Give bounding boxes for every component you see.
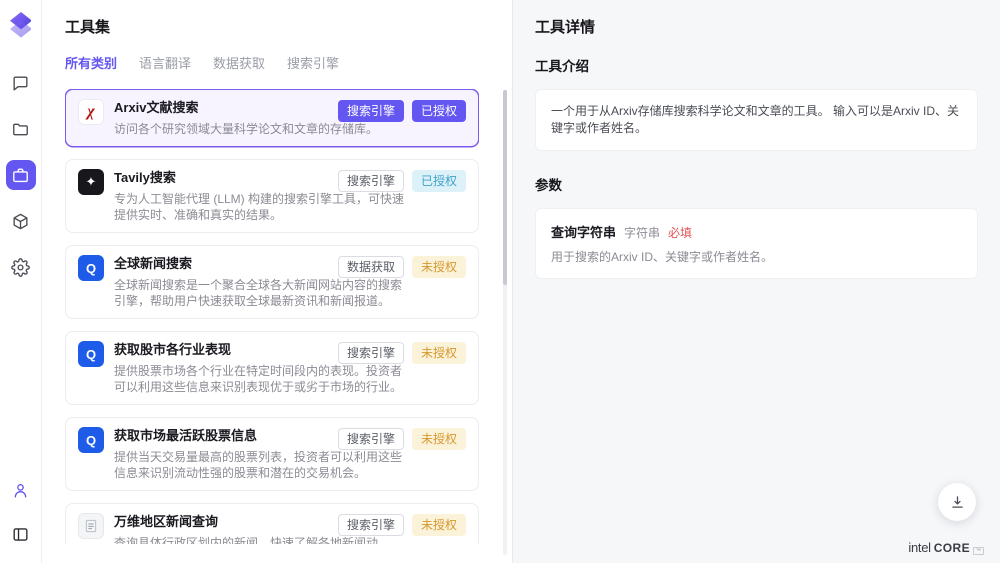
auth-status-badge: 未授权 [412,514,466,536]
core-trademark: ™ [973,547,984,555]
nav-tools-button[interactable] [6,160,36,190]
tool-card-regional-news[interactable]: 万维地区新闻查询 查询具体行政区划内的新闻，快速了解各地新闻动 搜索引擎 未授权 [65,503,479,544]
nav-plugins-button[interactable] [6,206,36,236]
sidebar-nav [6,68,36,282]
tab-all-categories[interactable]: 所有类别 [65,55,117,73]
tool-card-description: 专为人工智能代理 (LLM) 构建的搜索引擎工具，可快速提供实时、准确和真实的结… [114,191,406,223]
category-badge: 搜索引擎 [338,100,404,122]
nav-settings-button[interactable] [6,252,36,282]
category-badge: 搜索引擎 [338,514,404,536]
app-window: 工具集 所有类别 语言翻译 数据获取 搜索引擎 χ Arxiv文献搜索 访问各个… [0,0,1000,563]
category-badge: 搜索引擎 [338,170,404,192]
auth-status-badge: 未授权 [412,256,466,278]
tool-detail-panel: 工具详情 工具介绍 一个用于从Arxiv存储库搜索科学论文和文章的工具。 输入可… [512,0,1000,563]
app-logo-icon [10,12,32,38]
tool-card-tags: 搜索引擎 已授权 [338,100,466,122]
tool-card-list: χ Arxiv文献搜索 访问各个研究领域大量科学论文和文章的存储库。 搜索引擎 … [65,89,479,544]
panel-layout-icon [11,525,30,544]
nav-files-button[interactable] [6,114,36,144]
tab-search-engine[interactable]: 搜索引擎 [287,55,339,73]
tool-card-tags: 搜索引擎 未授权 [338,514,466,536]
category-tabs: 所有类别 语言翻译 数据获取 搜索引擎 [65,55,512,73]
package-icon [11,212,30,231]
param-type: 字符串 [624,224,660,241]
tool-card-tags: 搜索引擎 已授权 [338,170,466,192]
nav-collapse-button[interactable] [6,519,36,549]
tool-card-description: 查询具体行政区划内的新闻，快速了解各地新闻动 [114,535,378,544]
finance-provider-logo-icon: Q [78,427,104,453]
param-card: 查询字符串 字符串 必填 用于搜索的Arxiv ID、关键字或作者姓名。 [535,208,978,279]
tool-card-tags: 搜索引擎 未授权 [338,428,466,450]
param-header: 查询字符串 字符串 必填 [551,222,962,241]
tool-list-panel: 工具集 所有类别 语言翻译 数据获取 搜索引擎 χ Arxiv文献搜索 访问各个… [42,0,512,563]
nav-chat-button[interactable] [6,68,36,98]
auth-status-badge: 未授权 [412,428,466,450]
tool-card-active-stocks[interactable]: Q 获取市场最活跃股票信息 提供当天交易量最高的股票列表，投资者可以利用这些信息… [65,417,479,491]
list-scrollbar-thumb[interactable] [503,90,507,285]
tavily-logo-icon: ✦ [78,169,104,195]
nav-user-button[interactable] [6,475,36,505]
download-icon [949,494,966,511]
param-name: 查询字符串 [551,222,616,241]
category-badge: 搜索引擎 [338,428,404,450]
auth-status-badge: 已授权 [412,170,466,192]
tool-card-arxiv[interactable]: χ Arxiv文献搜索 访问各个研究领域大量科学论文和文章的存储库。 搜索引擎 … [65,89,479,147]
list-scrollbar [503,90,507,555]
briefcase-icon [11,166,30,185]
tool-card-tavily[interactable]: ✦ Tavily搜索 专为人工智能代理 (LLM) 构建的搜索引擎工具，可快速提… [65,159,479,233]
tool-card-description: 全球新闻搜索是一个聚合全球各大新闻网站内容的搜索引擎，帮助用户快速获取全球最新资… [114,277,406,309]
tab-data-fetch[interactable]: 数据获取 [213,55,265,73]
news-provider-logo-icon: Q [78,255,104,281]
intro-card: 一个用于从Arxiv存储库搜索科学论文和文章的工具。 输入可以是Arxiv ID… [535,89,978,151]
category-badge: 搜索引擎 [338,342,404,364]
folder-icon [11,120,30,139]
intro-text: 一个用于从Arxiv存储库搜索科学论文和文章的工具。 输入可以是Arxiv ID… [551,103,962,137]
sidebar-rail [0,0,42,563]
tool-card-tags: 数据获取 未授权 [338,256,466,278]
auth-status-badge: 未授权 [412,342,466,364]
document-icon [78,513,104,539]
intel-wordmark: intel [908,540,930,555]
tool-card-global-news[interactable]: Q 全球新闻搜索 全球新闻搜索是一个聚合全球各大新闻网站内容的搜索引擎，帮助用户… [65,245,479,319]
chat-icon [11,74,30,93]
core-wordmark: CORE [934,541,970,555]
download-button[interactable] [938,483,976,521]
user-icon [11,481,30,500]
tool-card-description: 提供股票市场各个行业在特定时间段内的表现。投资者可以利用这些信息来识别表现优于或… [114,363,406,395]
intel-core-logo: intel CORE ™ [908,540,984,555]
auth-status-badge: 已授权 [412,100,466,122]
tool-card-tags: 搜索引擎 未授权 [338,342,466,364]
param-description: 用于搜索的Arxiv ID、关键字或作者姓名。 [551,249,962,265]
tab-language-translation[interactable]: 语言翻译 [139,55,191,73]
sidebar-bottom [6,475,36,549]
gear-icon [11,258,30,277]
detail-title: 工具详情 [535,18,978,38]
tool-list-title: 工具集 [65,18,512,38]
category-badge: 数据获取 [338,256,404,278]
tool-card-description: 提供当天交易量最高的股票列表，投资者可以利用这些信息来识别流动性强的股票和潜在的… [114,449,406,481]
tool-card-sector-performance[interactable]: Q 获取股市各行业表现 提供股票市场各个行业在特定时间段内的表现。投资者可以利用… [65,331,479,405]
intro-section-title: 工具介绍 [535,58,978,76]
tool-card-description: 访问各个研究领域大量科学论文和文章的存储库。 [114,121,378,137]
arxiv-logo-icon: χ [78,99,104,125]
param-required-badge: 必填 [668,224,692,241]
finance-provider-logo-icon: Q [78,341,104,367]
params-section-title: 参数 [535,177,978,195]
